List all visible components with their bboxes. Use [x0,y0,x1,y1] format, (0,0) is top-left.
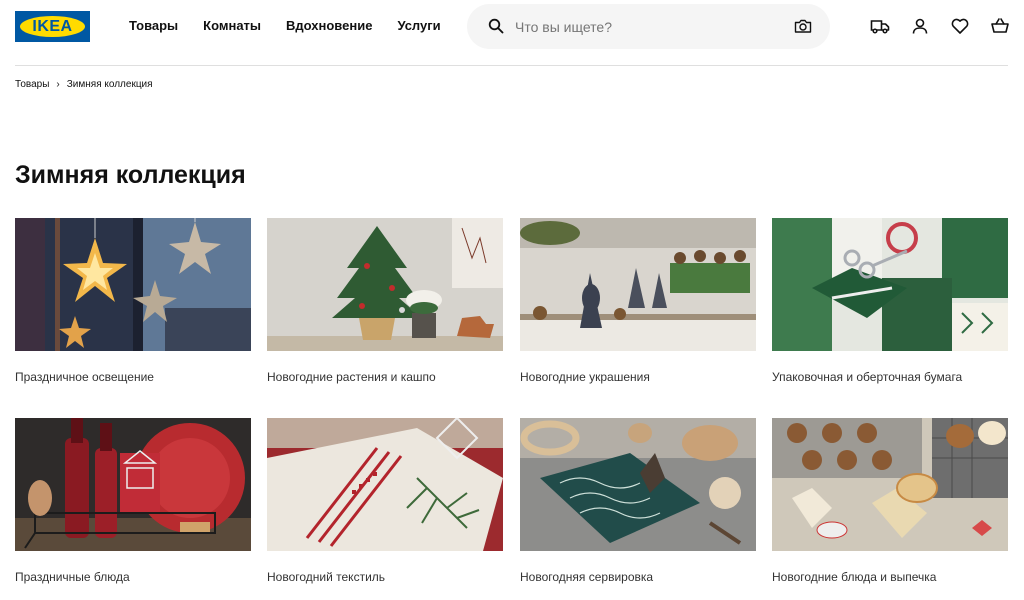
category-card-plants[interactable]: Новогодние растения и кашпо [267,218,503,384]
site-header: IKEA Товары Комнаты Вдохновение Услуги [0,0,1024,52]
logo-text: IKEA [32,18,73,35]
category-image-tableware [520,418,756,551]
category-label[interactable]: Новогодние блюда и выпечка [772,570,936,584]
ikea-logo[interactable]: IKEA [15,11,90,42]
search-icon[interactable] [488,18,504,34]
category-image-lighting [15,218,251,351]
category-card-textile[interactable]: Новогодний текстиль [267,418,503,584]
truck-icon[interactable] [870,16,890,36]
category-card-baking[interactable]: Новогодние блюда и выпечка [772,418,1008,584]
breadcrumb-current: Зимняя коллекция [66,79,153,90]
category-label[interactable]: Новогодние растения и кашпо [267,370,436,384]
category-image-holiday-dishes [15,418,251,551]
user-icon[interactable] [910,16,930,36]
category-image-baking [772,418,1008,551]
category-image-plants [267,218,503,351]
category-label[interactable]: Новогодние украшения [520,370,650,384]
search-bar[interactable] [467,4,830,49]
nav-services[interactable]: Услуги [397,18,440,33]
category-image-textile [267,418,503,551]
header-divider [15,65,1008,66]
category-label[interactable]: Праздничное освещение [15,370,154,384]
nav-inspiration[interactable]: Вдохновение [286,18,372,33]
category-card-decorations[interactable]: Новогодние украшения [520,218,756,384]
main-nav: Товары Комнаты Вдохновение Услуги [129,18,441,33]
page-title: Зимняя коллекция [15,161,246,189]
basket-icon[interactable] [990,16,1010,36]
breadcrumb-link-products[interactable]: Товары [15,79,49,90]
category-image-wrapping [772,218,1008,351]
heart-icon[interactable] [950,16,970,36]
category-label[interactable]: Новогодняя сервировка [520,570,653,584]
nav-rooms[interactable]: Комнаты [203,18,261,33]
chevron-right-icon: › [56,79,60,90]
category-label[interactable]: Новогодний текстиль [267,570,385,584]
category-label[interactable]: Упаковочная и оберточная бумага [772,370,962,384]
category-card-wrapping[interactable]: Упаковочная и оберточная бумага [772,218,1008,384]
category-image-decorations [520,218,756,351]
category-card-tableware[interactable]: Новогодняя сервировка [520,418,756,584]
search-input[interactable] [515,16,785,37]
breadcrumb: Товары › Зимняя коллекция [15,79,153,90]
camera-icon[interactable] [794,18,812,34]
nav-products[interactable]: Товары [129,18,178,33]
category-label[interactable]: Праздничные блюда [15,570,130,584]
category-card-holiday-dishes[interactable]: Праздничные блюда [15,418,251,584]
category-card-lighting[interactable]: Праздничное освещение [15,218,251,384]
